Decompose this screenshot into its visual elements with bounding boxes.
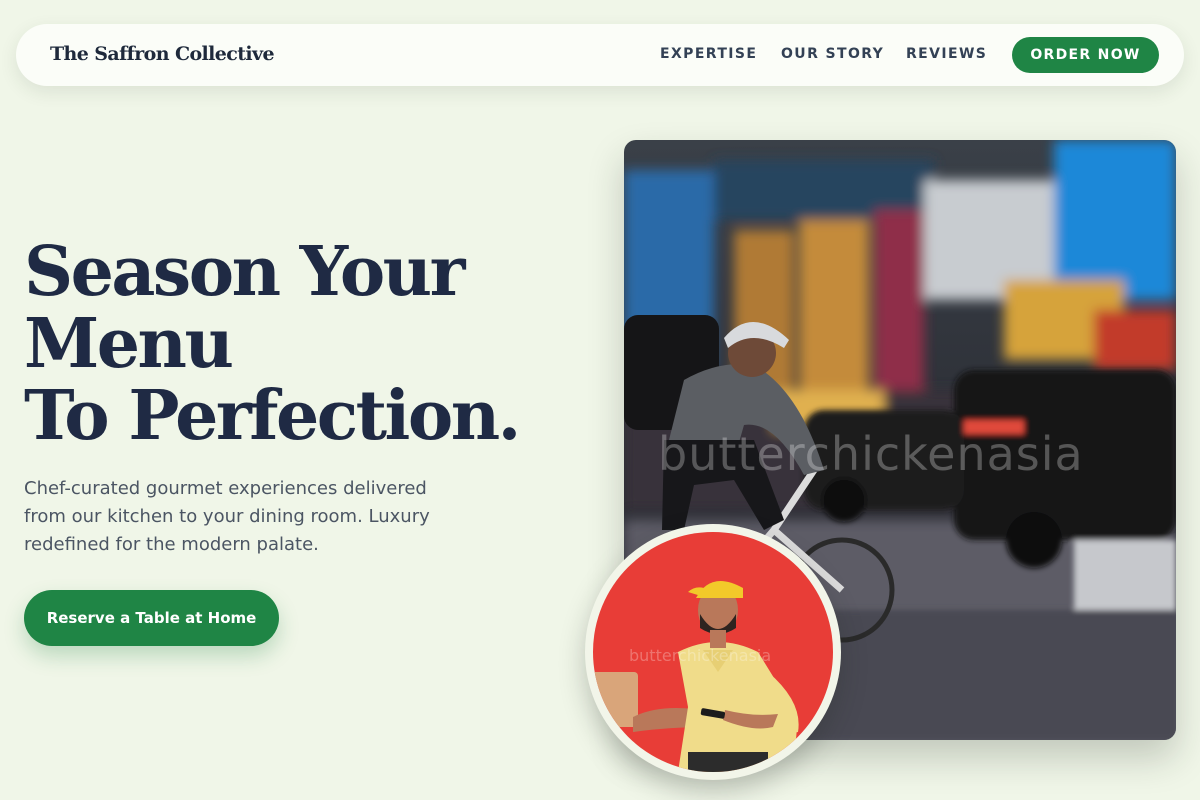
brand-logo[interactable]: The Saffron Collective — [50, 43, 275, 65]
nav-link-our-story[interactable]: OUR STORY — [781, 46, 884, 62]
headline-line-1: Season Your — [24, 232, 465, 312]
nav-link-reviews[interactable]: REVIEWS — [906, 46, 987, 62]
delivery-person-photo: butterchickenasia — [585, 524, 841, 780]
reserve-table-button[interactable]: Reserve a Table at Home — [24, 590, 279, 646]
headline-line-3: To Perfection. — [24, 376, 521, 456]
delivery-person-frame: butterchickenasia — [593, 532, 833, 772]
headline-line-2: Menu — [24, 304, 234, 384]
delivery-person-illustration — [593, 580, 799, 772]
top-nav: The Saffron Collective EXPERTISE OUR STO… — [16, 24, 1184, 86]
order-now-button[interactable]: ORDER NOW — [1012, 37, 1159, 73]
hero-subtitle: Chef-curated gourmet experiences deliver… — [24, 478, 430, 555]
hero-headline: Season Your Menu To Perfection. — [24, 236, 584, 452]
nav-link-expertise[interactable]: EXPERTISE — [660, 46, 757, 62]
